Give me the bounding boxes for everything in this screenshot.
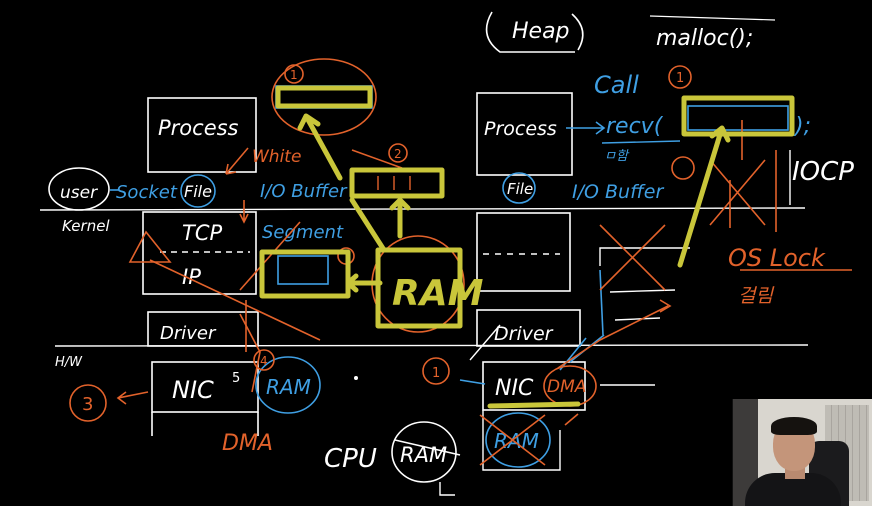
right-middle-sketch [599,247,690,321]
left-ip-buffer-box [277,255,329,285]
top-buffer-circle [271,58,377,136]
socket-label: Socket [116,182,178,203]
white-label: White [252,147,301,167]
top-buffer-highlight [275,85,373,109]
call-label: Call [594,71,639,99]
recv-sub-label: ㅁ함 [604,149,630,164]
ip-buffer-highlight [259,249,351,299]
right-io-buffer-label: I/O Buffer [572,181,664,203]
left-nic-ram-label: RAM [266,375,311,399]
recv-buffer-highlight [681,95,795,137]
left-nic-label: NIC [172,376,214,404]
right-dma-label: DMA [547,377,586,397]
left-process-label: Process [158,116,239,140]
kernel-label: Kernel [62,217,110,235]
num-2-text: 2 [394,147,402,161]
left-driver-label: Driver [160,323,217,344]
cpu-ram-label: RAM [400,443,447,467]
middle-buffer-highlight [349,167,445,199]
cpu-label: CPU [324,444,377,474]
malloc-underline [649,15,776,21]
right-recv-buffer-box [687,105,789,131]
big-ram-label: RAM [392,273,484,314]
buffer-ticks [377,176,411,190]
right-driver-label: Driver [494,323,554,345]
num-3-text: 3 [82,394,93,415]
heap-label: Heap [512,19,570,44]
right-nic-label: NIC [495,376,534,401]
num-5-text: 5 [232,371,240,386]
webcam-overlay [732,399,872,506]
num-1-call-text: 1 [676,71,684,86]
iocp-label: IOCP [792,157,854,187]
recv-label: recv( [606,114,664,139]
right-orange-circle [671,156,695,180]
left-file-label: File [184,182,212,201]
tcp-label: TCP [182,221,222,245]
right-process-label: Process [484,118,557,140]
left-dma-label: DMA [222,431,273,456]
num-1-right-text: 1 [432,366,440,381]
dot-marker [354,376,358,380]
hw-label: H/W [55,355,83,370]
right-stack-box [476,212,571,292]
malloc-label: malloc(); [656,26,753,51]
num-1-top-text: 1 [290,68,298,82]
recv-underline [601,140,681,144]
left-io-buffer-label: I/O Buffer [260,181,348,202]
num-4-text: 4 [260,354,268,368]
user-label: user [60,183,98,203]
os-lock-sub-label: 걸림 [738,285,774,307]
os-lock-label: OS Lock [728,244,826,272]
recv-close-label: ); [793,114,811,139]
segment-label: Segment [262,222,344,243]
right-file-label: File [507,180,533,198]
webcam-presenter-hair [771,417,817,435]
